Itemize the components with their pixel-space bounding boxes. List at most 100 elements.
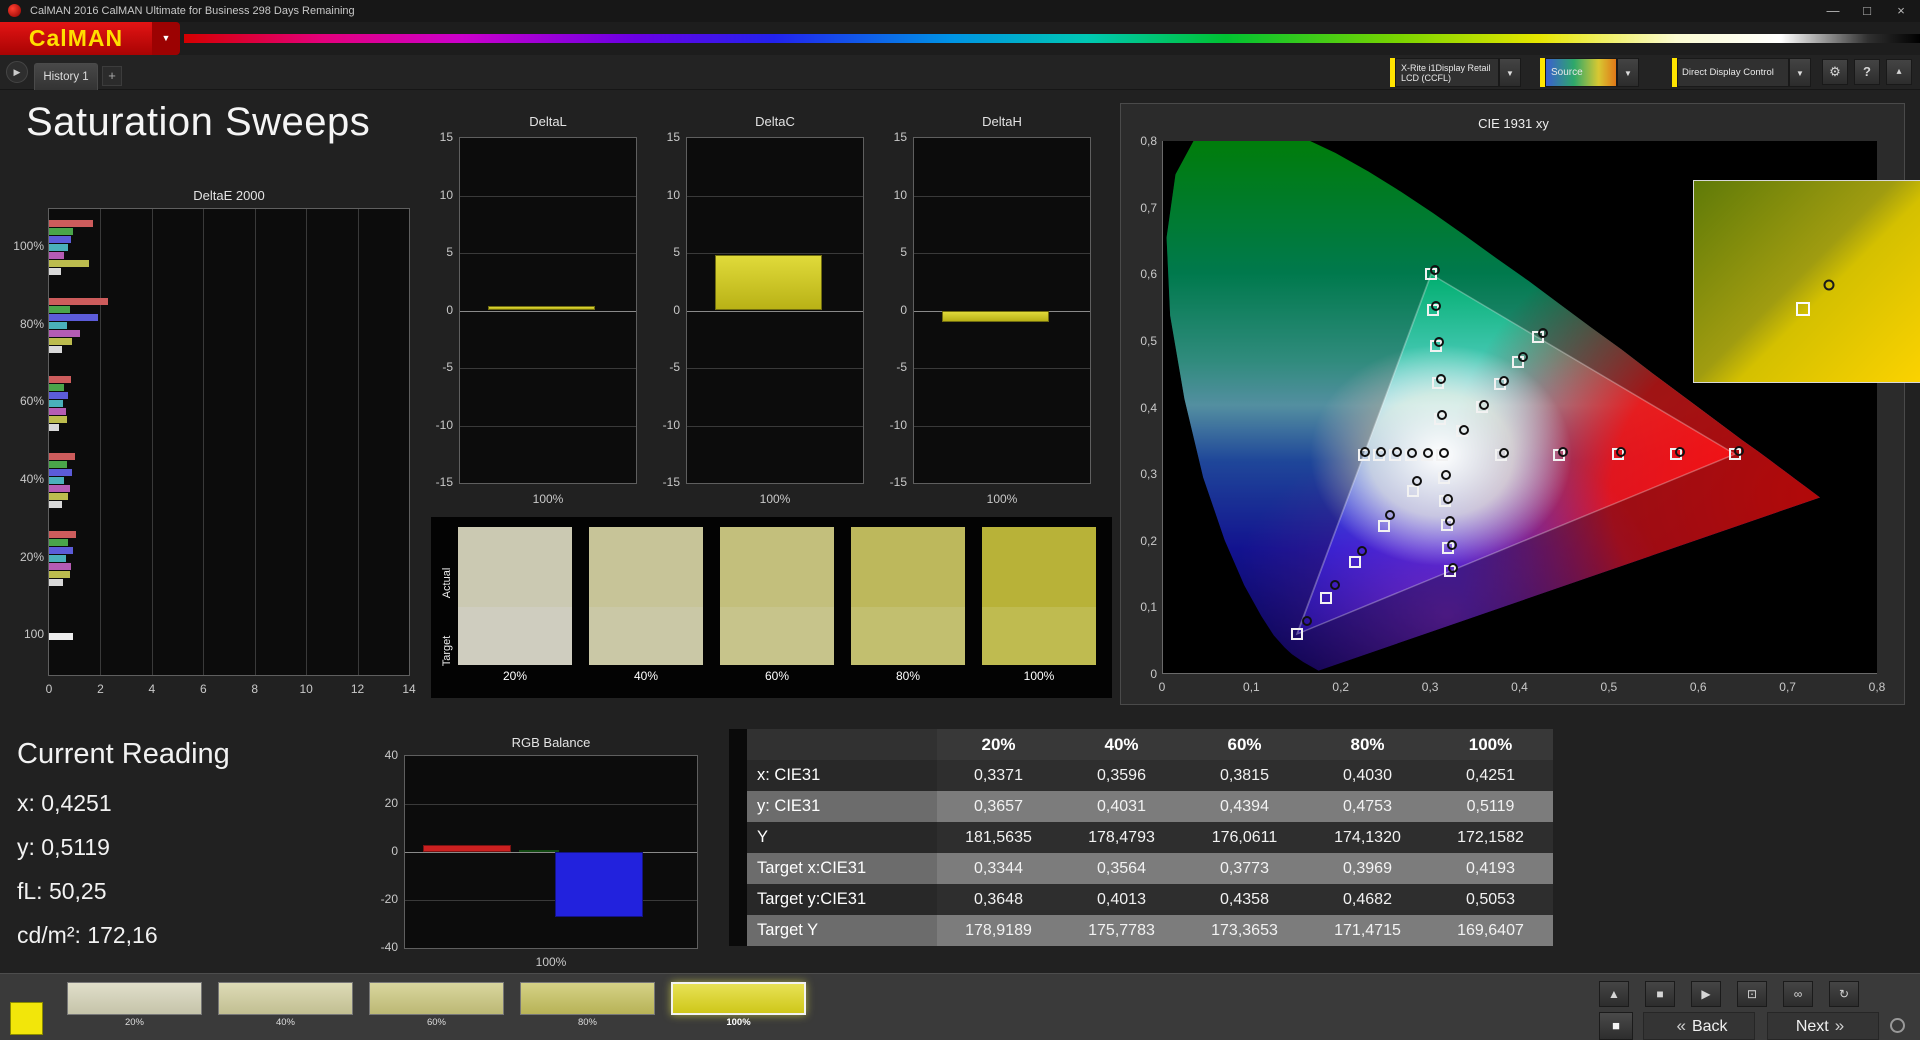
- deltae-bar: [49, 236, 71, 243]
- settings-gear-icon[interactable]: ⚙: [1822, 59, 1848, 85]
- swatch-label: 80%: [851, 669, 965, 683]
- table-cell: 0,4394: [1183, 791, 1306, 822]
- display-control-dropdown-box[interactable]: Direct Display Control: [1677, 58, 1789, 87]
- cie-target-marker: [1407, 485, 1419, 497]
- patch-button-40%[interactable]: 40%: [218, 982, 353, 1034]
- stop-button[interactable]: ■: [1599, 1012, 1633, 1040]
- transport-stop-button[interactable]: ■: [1645, 981, 1675, 1007]
- source-dropdown-arrow-icon[interactable]: ▼: [1617, 58, 1639, 87]
- deltae-x-tick: 0: [35, 682, 63, 696]
- saturation-swatch: [720, 527, 834, 665]
- table-row[interactable]: Target y:CIE310,36480,40130,43580,46820,…: [729, 884, 1553, 915]
- back-label: Back: [1692, 1018, 1728, 1035]
- y-tick-label: 0: [360, 844, 398, 858]
- patch-color: [520, 982, 655, 1015]
- meter-dropdown-arrow-icon[interactable]: ▼: [1499, 58, 1521, 87]
- deltae-bar: [49, 547, 73, 554]
- next-button[interactable]: Next»: [1767, 1012, 1879, 1040]
- minimize-button[interactable]: —: [1816, 0, 1850, 22]
- deltae-bar: [49, 400, 63, 407]
- y-tick-label: -15: [415, 475, 453, 489]
- transport-eject-button[interactable]: ▲: [1599, 981, 1629, 1007]
- next-chevron-icon: »: [1829, 1016, 1850, 1035]
- x-tick-label: 0,1: [1235, 680, 1267, 694]
- y-tick-label: -15: [869, 475, 907, 489]
- table-row[interactable]: x: CIE310,33710,35960,38150,40300,4251: [729, 760, 1553, 791]
- transport-loop-button[interactable]: ∞: [1783, 981, 1813, 1007]
- maximize-button[interactable]: □: [1850, 0, 1884, 22]
- table-cell: 172,1582: [1429, 822, 1552, 853]
- sidebar-toggle-button[interactable]: ▶: [6, 61, 28, 83]
- swatch-target: [982, 607, 1096, 665]
- x-tick-label: 0: [1146, 680, 1178, 694]
- table-column-header: 80%: [1306, 729, 1429, 760]
- help-icon[interactable]: ?: [1854, 59, 1880, 85]
- deltae-bar: [49, 477, 64, 484]
- cie-measured-marker: [1412, 476, 1422, 486]
- table-cell: 0,3773: [1183, 853, 1306, 884]
- patch-button-100%[interactable]: 100%: [671, 982, 806, 1034]
- logo-dropdown-button[interactable]: ▼: [152, 22, 180, 55]
- meter-dropdown[interactable]: X-Rite i1Display Retail LCD (CCFL) ▼: [1390, 58, 1521, 87]
- table-row[interactable]: y: CIE310,36570,40310,43940,47530,5119: [729, 791, 1553, 822]
- display-control-dropdown[interactable]: Direct Display Control ▼: [1672, 58, 1811, 87]
- deltae-y-label: 60%: [4, 394, 44, 408]
- deltal-plot-area: [459, 137, 637, 484]
- chart-title: DeltaE 2000: [48, 188, 410, 203]
- patch-button-80%[interactable]: 80%: [520, 982, 655, 1034]
- current-reading-title: Current Reading: [17, 738, 230, 771]
- source-dropdown-box[interactable]: Source: [1545, 58, 1617, 87]
- table-cell: 0,4193: [1429, 853, 1552, 884]
- deltac-chart: DeltaC 100% 151050-5-10-15: [642, 100, 872, 520]
- cie-measured-marker: [1675, 447, 1685, 457]
- deltae-x-tick: 8: [241, 682, 269, 696]
- cie-measured-marker: [1499, 376, 1509, 386]
- collapse-ribbon-icon[interactable]: ▴: [1886, 59, 1912, 85]
- back-button[interactable]: «Back: [1643, 1012, 1755, 1040]
- deltae-x-tick: 14: [395, 682, 423, 696]
- cie-measured-marker: [1437, 410, 1447, 420]
- delta-bar: [942, 311, 1049, 323]
- y-tick-label: -5: [415, 360, 453, 374]
- window-titlebar: CalMAN 2016 CalMAN Ultimate for Business…: [0, 0, 1920, 22]
- deltae-y-label: 80%: [4, 317, 44, 331]
- patch-button-60%[interactable]: 60%: [369, 982, 504, 1034]
- table-cell: 175,7783: [1060, 915, 1183, 946]
- deltae-bar: [49, 501, 62, 508]
- add-tab-button[interactable]: +: [102, 66, 122, 86]
- tab-history-1[interactable]: History 1: [34, 63, 98, 90]
- deltae-gridline: [358, 209, 359, 675]
- results-table: 20%40%60%80%100%x: CIE310,33710,35960,38…: [729, 729, 1553, 946]
- y-tick-label: 0: [415, 303, 453, 317]
- table-row-label: Target Y: [747, 915, 937, 946]
- table-left-strip: [729, 760, 747, 791]
- patch-label: 100%: [671, 1017, 806, 1028]
- y-tick-label: 5: [415, 245, 453, 259]
- transport-display-button[interactable]: ⊡: [1737, 981, 1767, 1007]
- table-cell: 0,4358: [1183, 884, 1306, 915]
- cie-measured-marker: [1443, 494, 1453, 504]
- cie-target-marker: [1378, 520, 1390, 532]
- meter-dropdown-box[interactable]: X-Rite i1Display Retail LCD (CCFL): [1395, 58, 1499, 87]
- table-cell: 174,1320: [1306, 822, 1429, 853]
- cie-measured-marker: [1616, 447, 1626, 457]
- cie-measured-marker: [1376, 447, 1386, 457]
- table-header-label: [747, 729, 937, 760]
- table-row[interactable]: Target x:CIE310,33440,35640,37730,39690,…: [729, 853, 1553, 884]
- transport-play-button[interactable]: ▶: [1691, 981, 1721, 1007]
- source-dropdown[interactable]: Source ▼: [1540, 58, 1639, 87]
- patch-label: 20%: [67, 1017, 202, 1028]
- deltae-bar: [49, 338, 72, 345]
- transport-refresh-button[interactable]: ↻: [1829, 981, 1859, 1007]
- table-row[interactable]: Target Y178,9189175,7783173,3653171,4715…: [729, 915, 1553, 946]
- deltae-bar: [49, 268, 61, 275]
- deltae-x-tick: 10: [292, 682, 320, 696]
- table-cell: 0,4251: [1429, 760, 1552, 791]
- close-button[interactable]: ×: [1884, 0, 1918, 22]
- table-left-strip: [729, 853, 747, 884]
- display-control-dropdown-arrow-icon[interactable]: ▼: [1789, 58, 1811, 87]
- patch-button-20%[interactable]: 20%: [67, 982, 202, 1034]
- swatch-actual: [589, 527, 703, 607]
- table-row[interactable]: Y181,5635178,4793176,0611174,1320172,158…: [729, 822, 1553, 853]
- grid-line: [687, 368, 863, 369]
